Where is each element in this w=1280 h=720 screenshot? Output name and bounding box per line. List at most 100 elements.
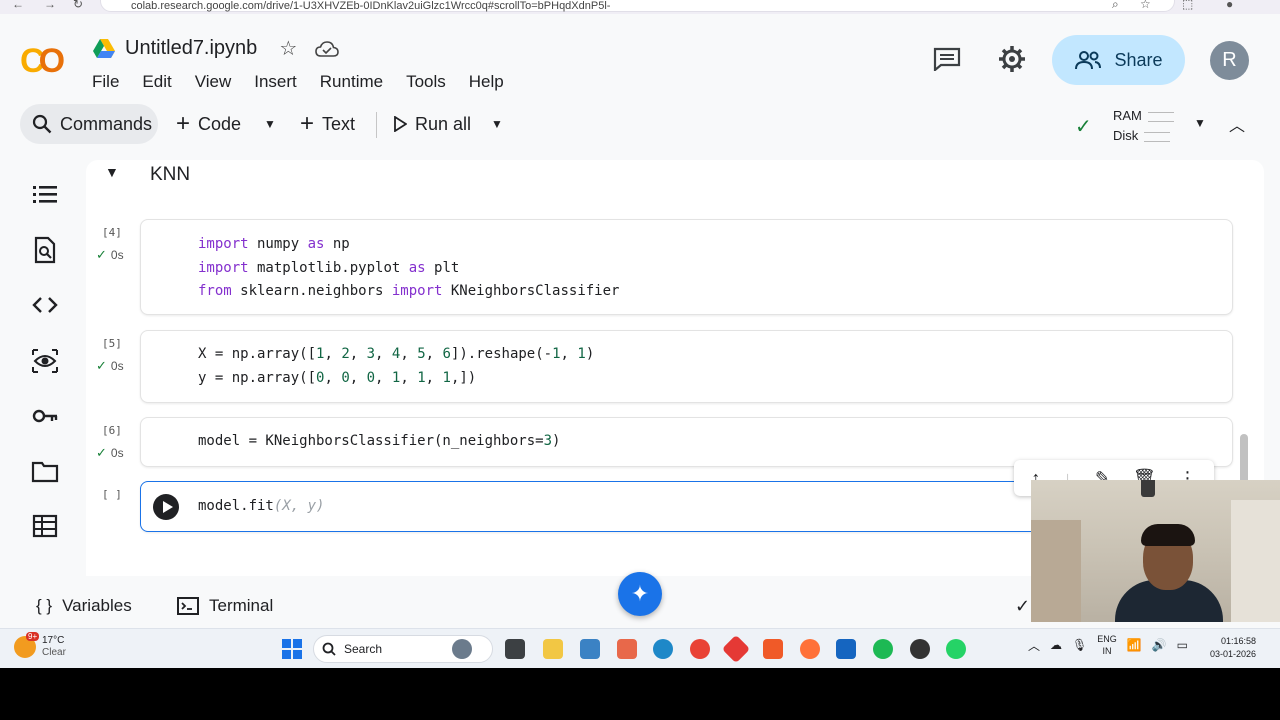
chevron-down-icon[interactable]: ▼ <box>264 104 276 144</box>
search-icon <box>322 642 336 656</box>
variables-button[interactable]: { } Variables <box>36 596 132 616</box>
menu-insert[interactable]: Insert <box>254 72 297 92</box>
microphone-icon[interactable]: 🎙 <box>1072 638 1087 652</box>
clock-date: 03-01-2026 <box>1210 649 1257 659</box>
windows-start-icon[interactable] <box>282 639 302 659</box>
clock[interactable]: 01:16:58 03-01-2026 <box>1210 635 1256 661</box>
table-of-contents-icon[interactable] <box>31 181 59 209</box>
code-snippets-icon[interactable] <box>31 291 59 319</box>
code-cell[interactable]: X = np.array([1, 2, 3, 4, 5, 6]).reshape… <box>140 330 1233 403</box>
brave-icon[interactable] <box>763 639 783 659</box>
sun-icon: 9+ <box>14 632 40 658</box>
file-explorer-icon[interactable] <box>543 639 563 659</box>
whatsapp-icon[interactable] <box>946 639 966 659</box>
cloud-saved-icon[interactable] <box>315 40 340 58</box>
app-icon[interactable] <box>617 639 637 659</box>
menu-file[interactable]: File <box>92 72 119 92</box>
code-cell[interactable]: import numpy as np import matplotlib.pyp… <box>140 219 1233 315</box>
weather-text: 17°C Clear <box>42 635 66 659</box>
terminal-button[interactable]: Terminal <box>177 596 273 616</box>
cell-code[interactable]: model = KNeighborsClassifier(n_neighbors… <box>198 430 560 454</box>
run-all-button[interactable]: Run all <box>393 104 471 144</box>
cell-exec-count: [5] <box>102 337 122 350</box>
cloud-icon[interactable]: ☁ <box>1050 638 1062 652</box>
edge-icon[interactable] <box>653 639 673 659</box>
plus-icon: + <box>176 110 191 137</box>
cell-run-status: ✓ 0s <box>96 358 124 374</box>
find-in-page-icon[interactable] <box>31 236 59 264</box>
extensions-icon[interactable]: ⬚ <box>1182 0 1193 11</box>
chevron-down-icon[interactable]: ▼ <box>105 164 119 180</box>
commands-button[interactable]: Commands <box>20 104 158 144</box>
play-icon <box>394 116 407 132</box>
app-icon[interactable] <box>910 639 930 659</box>
braces-icon: { } <box>36 596 53 615</box>
toolbar-divider <box>376 112 377 138</box>
weather-widget[interactable]: 9+ 17°C Clear <box>14 632 66 659</box>
wifi-icon[interactable]: 📶 <box>1127 638 1142 652</box>
chrome-icon[interactable] <box>690 639 710 659</box>
zoom-icon[interactable]: ⌕ <box>1112 0 1119 12</box>
address-bar[interactable]: colab.research.google.com/drive/1-U3XHVZ… <box>100 0 1175 12</box>
cell-code[interactable]: import numpy as np import matplotlib.pyp… <box>198 233 619 304</box>
add-code-button[interactable]: + Code <box>176 104 241 144</box>
copilot-icon[interactable] <box>452 639 472 659</box>
colab-logo[interactable]: CO <box>20 42 65 81</box>
app-diamond-icon[interactable] <box>721 634 751 664</box>
firefox-icon[interactable] <box>800 639 820 659</box>
folder-icon[interactable] <box>31 457 59 485</box>
chevron-down-icon[interactable]: ▼ <box>491 104 503 144</box>
menu-edit[interactable]: Edit <box>142 72 171 92</box>
notepad-icon[interactable] <box>580 639 600 659</box>
weather-condition: Clear <box>42 647 66 658</box>
profile-icon[interactable]: ● <box>1226 0 1233 11</box>
notebook-toolbar: Commands + Code ▼ + Text Run all ▼ ✓ RAM… <box>0 104 1280 146</box>
text-label: Text <box>322 113 356 134</box>
cell-run-time: 0s <box>110 248 124 262</box>
cell-run-status: ✓ 0s <box>96 445 124 461</box>
star-icon[interactable]: ☆ <box>279 36 297 61</box>
connected-check-icon: ✓ <box>1075 116 1092 138</box>
plus-icon: + <box>300 110 315 137</box>
gemini-sparkle-button[interactable]: ✦ <box>618 572 662 616</box>
avatar[interactable]: R <box>1210 41 1249 80</box>
cell-code[interactable]: model.fit(X, y) <box>198 495 324 519</box>
back-icon[interactable]: ← <box>12 0 24 11</box>
share-button[interactable]: Share <box>1052 35 1185 85</box>
key-icon[interactable] <box>31 402 59 430</box>
run-cell-button[interactable] <box>153 494 179 520</box>
webcam-window <box>1231 500 1280 622</box>
chevron-up-icon[interactable]: ︿ <box>1028 637 1040 654</box>
gear-icon[interactable] <box>998 45 1026 73</box>
menu-tools[interactable]: Tools <box>406 72 446 92</box>
menu-view[interactable]: View <box>195 72 232 92</box>
data-table-icon[interactable] <box>31 512 59 540</box>
google-drive-icon[interactable] <box>93 39 115 58</box>
ram-label: RAM <box>1113 108 1142 123</box>
search-placeholder: Search <box>344 642 383 656</box>
cell-code[interactable]: X = np.array([1, 2, 3, 4, 5, 6]).reshape… <box>198 343 594 390</box>
language-label: ENG <box>1097 634 1117 644</box>
add-text-button[interactable]: + Text <box>300 104 355 144</box>
region-label: IN <box>1102 646 1112 656</box>
volume-icon[interactable]: 🔊 <box>1152 638 1167 652</box>
disk-label: Disk <box>1113 128 1139 143</box>
store-icon[interactable] <box>836 639 856 659</box>
menu-runtime[interactable]: Runtime <box>320 72 383 92</box>
variable-inspector-icon[interactable] <box>31 347 59 375</box>
bookmark-star-icon[interactable]: ☆ <box>1140 0 1151 11</box>
battery-icon[interactable]: ▭ <box>1177 638 1188 652</box>
forward-icon[interactable]: → <box>44 0 56 11</box>
cell-run-status: ✓ 0s <box>96 247 124 263</box>
notebook-title[interactable]: Untitled7.ipynb <box>125 37 257 60</box>
commands-label: Commands <box>60 113 153 134</box>
comment-icon[interactable] <box>933 47 961 71</box>
chevron-down-icon[interactable]: ▼ <box>1194 116 1206 130</box>
language-indicator[interactable]: ENG IN <box>1097 633 1117 657</box>
chevron-up-icon[interactable]: ︿ <box>1229 112 1245 136</box>
resource-meter[interactable]: RAM Disk <box>1113 106 1174 146</box>
task-view-icon[interactable] <box>505 639 525 659</box>
spotify-icon[interactable] <box>873 639 893 659</box>
menu-help[interactable]: Help <box>469 72 504 92</box>
reload-icon[interactable]: ↻ <box>73 0 83 11</box>
